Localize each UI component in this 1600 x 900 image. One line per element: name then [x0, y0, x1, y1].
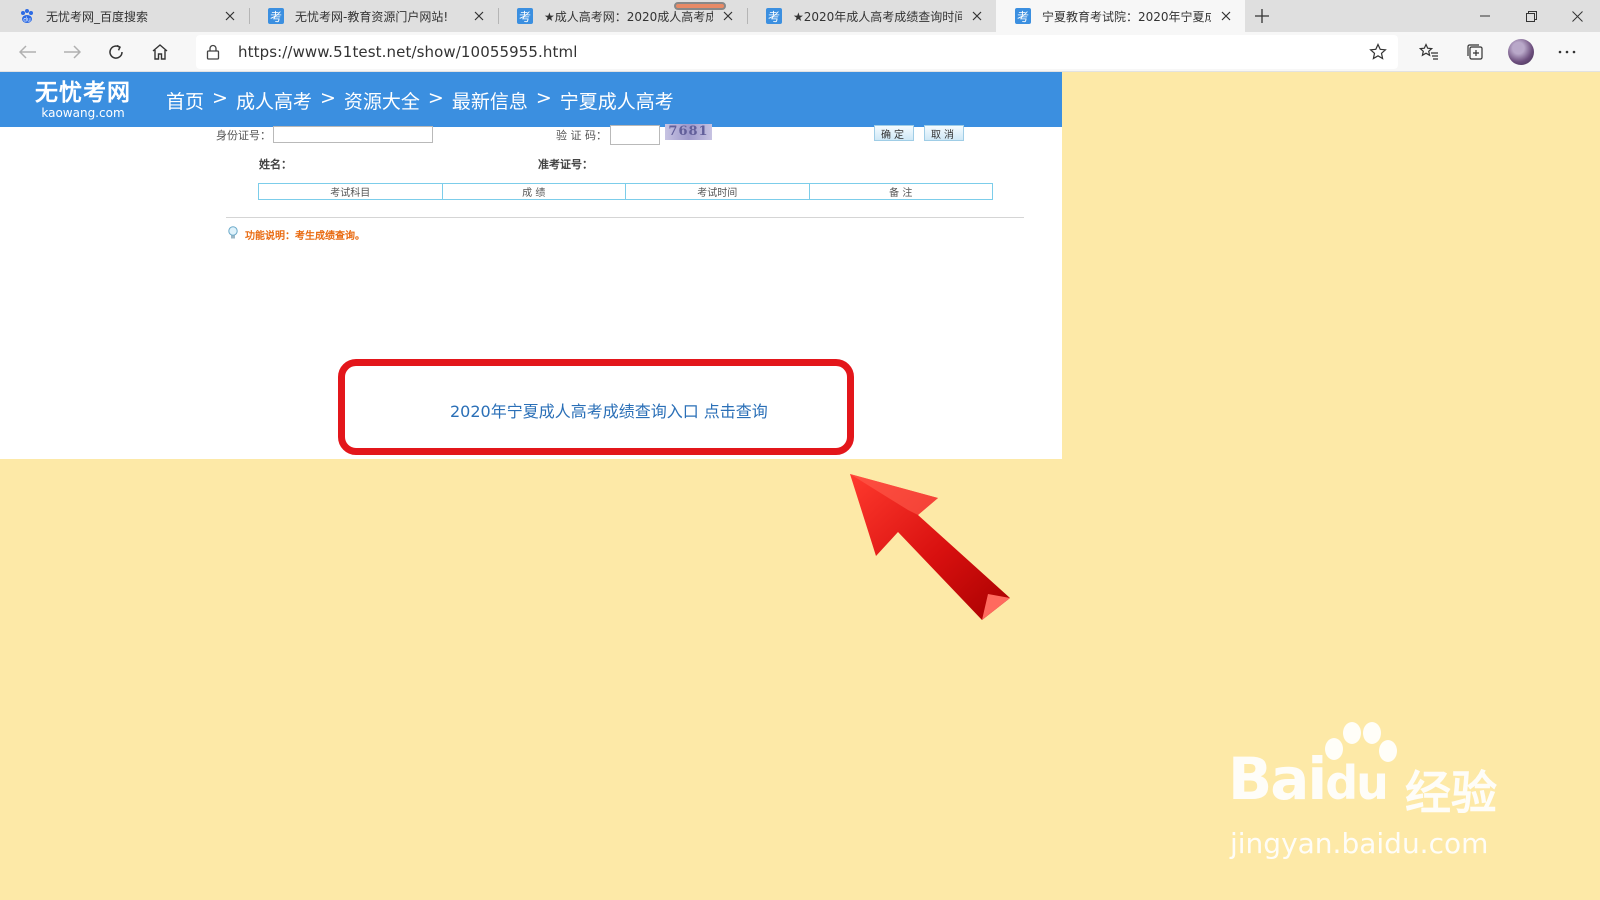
score-query-link[interactable]: 2020年宁夏成人高考成绩查询入口 点击查询: [450, 398, 768, 422]
watermark-url: jingyan.baidu.com: [1230, 827, 1489, 860]
favorites-button[interactable]: [1406, 34, 1452, 70]
tab-strip: du 无忧考网_百度搜索 考 无忧考网-教育资源门户网站! 考 ★成人高考网：2…: [0, 0, 1600, 32]
cancel-button[interactable]: 取消: [924, 125, 964, 141]
close-icon[interactable]: [221, 7, 239, 25]
watermark-brand: Baidu: [1228, 745, 1389, 813]
ellipsis-icon: [1558, 50, 1576, 54]
minimize-button[interactable]: [1462, 0, 1508, 32]
score-table: 考试科目 成 绩 考试时间 备 注: [258, 183, 993, 200]
lock-icon[interactable]: [196, 35, 230, 69]
lightbulb-icon: [227, 226, 239, 243]
svg-text:考: 考: [1017, 10, 1029, 24]
address-bar[interactable]: https://www.51test.net/show/10055955.htm…: [196, 35, 1398, 69]
restore-icon: [1525, 10, 1537, 22]
minimize-icon: [1480, 15, 1490, 17]
back-button[interactable]: [6, 34, 50, 70]
tab-kaowang-portal[interactable]: 考 无忧考网-教育资源门户网站!: [249, 0, 498, 32]
breadcrumb-latest[interactable]: 最新信息: [452, 87, 528, 114]
svg-text:考: 考: [270, 10, 282, 24]
site-header: 无忧考网 kaowang.com 首页 > 成人高考 > 资源大全 > 最新信息…: [0, 72, 1062, 127]
name-label: 姓名：: [259, 158, 292, 171]
webpage: 无忧考网 kaowang.com 首页 > 成人高考 > 资源大全 > 最新信息…: [0, 72, 1062, 459]
refresh-button[interactable]: [94, 34, 138, 70]
tab-title: 无忧考网_百度搜索: [46, 9, 149, 24]
tab-title: 宁夏教育考试院：2020年宁夏成: [1042, 9, 1211, 24]
breadcrumb-adult-exam[interactable]: 成人高考: [236, 87, 312, 114]
more-menu-button[interactable]: [1544, 34, 1590, 70]
window-controls: [1462, 0, 1600, 32]
table-header-remarks: 备 注: [889, 188, 913, 199]
new-tab-button[interactable]: [1245, 0, 1279, 32]
tab-ningxia-exam[interactable]: 考 宁夏教育考试院：2020年宁夏成: [996, 0, 1245, 32]
baidu-paw-icon: du: [18, 7, 36, 25]
logo-text: 无忧考网: [35, 80, 131, 106]
breadcrumb: 首页 > 成人高考 > 资源大全 > 最新信息 > 宁夏成人高考: [166, 87, 674, 114]
table-header-subject: 考试科目: [259, 184, 443, 199]
tab-title: 无忧考网-教育资源门户网站!: [295, 9, 449, 24]
breadcrumb-separator: >: [535, 87, 552, 109]
close-window-button[interactable]: [1554, 0, 1600, 32]
ticket-number-label: 准考证号：: [538, 158, 593, 171]
profile-button[interactable]: [1498, 34, 1544, 70]
avatar: [1508, 39, 1534, 65]
pointer-arrow-icon: [850, 474, 1010, 620]
breadcrumb-home[interactable]: 首页: [166, 87, 204, 114]
tab-title: ★2020年成人高考成绩查询时间: [793, 9, 962, 24]
favorites-list-icon: [1419, 43, 1438, 60]
kao-icon: 考: [1014, 7, 1032, 25]
logo-domain: kaowang.com: [41, 106, 125, 120]
arrow-left-icon: [19, 44, 36, 59]
forward-button[interactable]: [50, 34, 94, 70]
tab-baidu-search[interactable]: du 无忧考网_百度搜索: [0, 0, 249, 32]
tab-score-time[interactable]: 考 ★2020年成人高考成绩查询时间: [747, 0, 996, 32]
favorite-star-icon[interactable]: [1366, 40, 1390, 64]
confirm-button[interactable]: 确定: [874, 125, 914, 141]
svg-text:du: du: [23, 17, 31, 24]
browser-toolbar: https://www.51test.net/show/10055955.htm…: [0, 32, 1600, 72]
function-note: 功能说明：考生成绩查询。: [227, 226, 365, 243]
kao-icon: 考: [765, 7, 783, 25]
baidu-jingyan-watermark: Baidu 经验 jingyan.baidu.com: [1228, 722, 1528, 865]
close-icon: [1571, 10, 1583, 22]
plus-icon: [1255, 9, 1269, 23]
kao-icon: 考: [516, 7, 534, 25]
breadcrumb-resources[interactable]: 资源大全: [344, 87, 420, 114]
tab-title: ★成人高考网：2020成人高考成: [544, 9, 713, 24]
site-logo[interactable]: 无忧考网 kaowang.com: [32, 80, 134, 120]
id-number-label: 身份证号：: [216, 129, 271, 142]
table-header-score: 成 绩: [443, 184, 626, 199]
refresh-icon: [109, 44, 123, 59]
captcha-input[interactable]: [610, 125, 660, 145]
svg-text:考: 考: [768, 10, 780, 24]
restore-button[interactable]: [1508, 0, 1554, 32]
captcha-image[interactable]: 7681: [665, 124, 712, 140]
function-note-text: 功能说明：考生成绩查询。: [245, 231, 365, 242]
collections-icon: [1467, 44, 1483, 60]
url-text[interactable]: https://www.51test.net/show/10055955.htm…: [238, 43, 578, 61]
toolbar-actions: [1406, 34, 1590, 70]
close-icon[interactable]: [968, 7, 986, 25]
divider: [226, 217, 1024, 218]
close-icon[interactable]: [470, 7, 488, 25]
close-icon[interactable]: [1217, 7, 1235, 25]
breadcrumb-separator: >: [319, 87, 336, 109]
captcha-label: 验 证 码：: [556, 129, 607, 142]
id-number-input[interactable]: [273, 126, 433, 143]
breadcrumb-separator: >: [212, 87, 228, 109]
tab-drag-indicator: [674, 2, 726, 10]
table-header-exam-time: 考试时间: [626, 184, 810, 199]
breadcrumb-separator: >: [427, 87, 444, 109]
breadcrumb-ningxia[interactable]: 宁夏成人高考: [560, 87, 674, 114]
collections-button[interactable]: [1452, 34, 1498, 70]
home-button[interactable]: [138, 34, 182, 70]
watermark-jingyan: 经验: [1405, 766, 1497, 820]
home-icon: [152, 43, 168, 60]
kao-icon: 考: [267, 7, 285, 25]
svg-text:考: 考: [519, 10, 531, 24]
arrow-right-icon: [64, 44, 81, 59]
